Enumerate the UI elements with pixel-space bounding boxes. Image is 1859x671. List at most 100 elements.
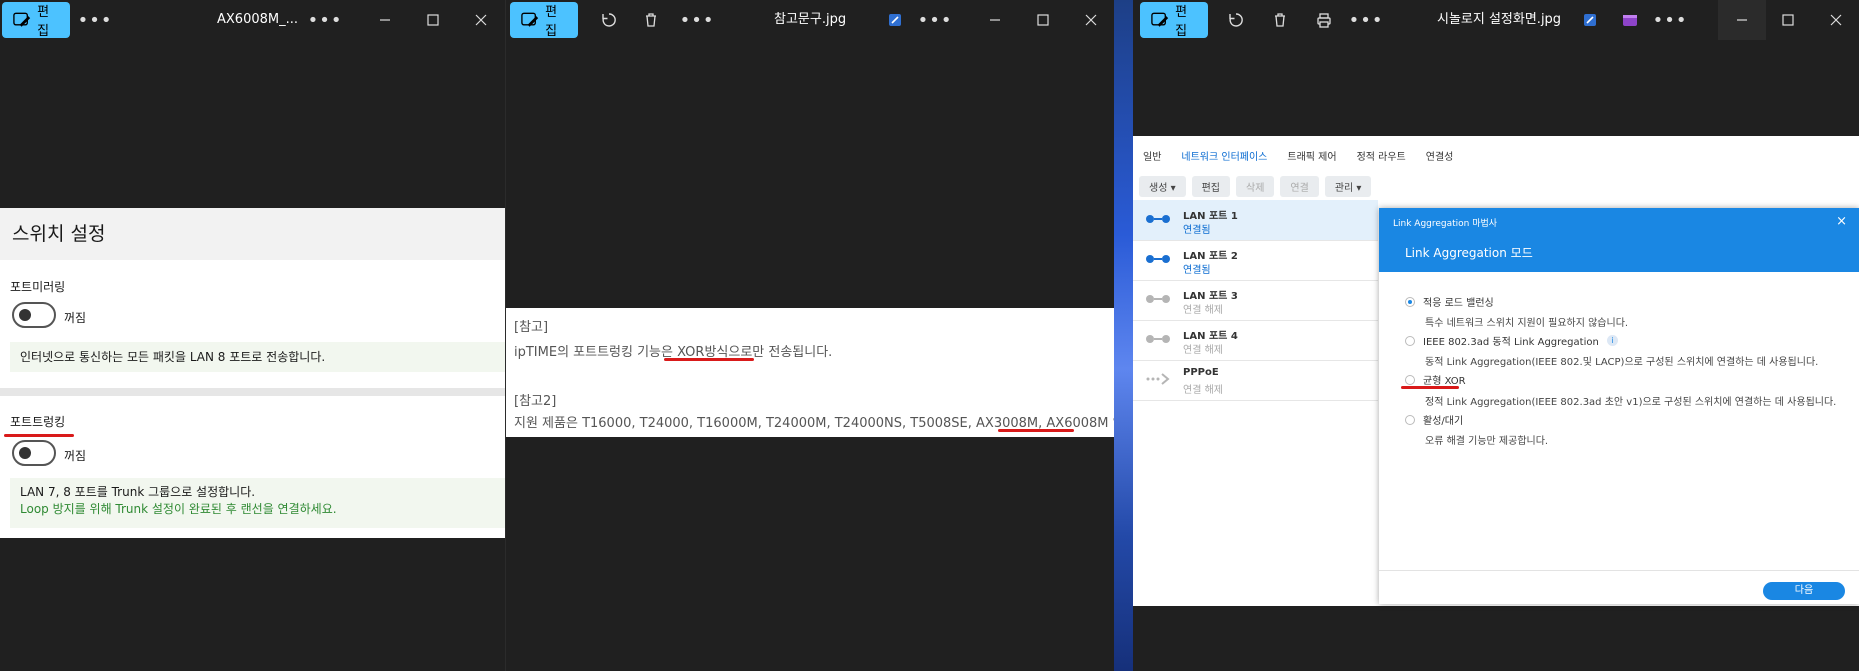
- panel-title: 스위치 설정: [0, 208, 505, 260]
- tab-network-interface[interactable]: 네트워크 인터페이스: [1181, 148, 1267, 163]
- radio-icon[interactable]: [1405, 335, 1415, 346]
- maximize-icon[interactable]: [1773, 0, 1803, 40]
- minimize-icon[interactable]: [980, 0, 1010, 40]
- tab-general[interactable]: 일반: [1143, 148, 1161, 163]
- interface-row-lan2[interactable]: LAN 포트 2 연결됨: [1133, 240, 1378, 281]
- rotate-icon[interactable]: [1221, 0, 1251, 40]
- more-options-icon[interactable]: •••: [1653, 0, 1687, 40]
- reference-heading-1: [참고]: [514, 320, 549, 335]
- option-description: 오류 해결 기능만 제공합니다.: [1425, 436, 1549, 447]
- more-options-icon[interactable]: •••: [308, 0, 342, 40]
- link-aggregation-dialog: Link Aggregation 마법사 Link Aggregation 모드…: [1379, 208, 1859, 604]
- edit-interface-button[interactable]: 편집: [1191, 176, 1231, 197]
- manage-button[interactable]: 관리 ▾: [1324, 176, 1372, 197]
- lan-disconnected-icon: [1146, 335, 1170, 343]
- pen-icon[interactable]: [880, 0, 910, 40]
- close-icon[interactable]: [1821, 0, 1851, 40]
- section-divider: [0, 388, 505, 396]
- edit-button[interactable]: 편집: [1140, 2, 1208, 39]
- video-editor-icon[interactable]: [1615, 0, 1645, 40]
- edit-image-icon: [13, 12, 31, 27]
- create-button[interactable]: 생성 ▾: [1139, 176, 1186, 197]
- more-icon[interactable]: •••: [78, 0, 112, 40]
- more-icon[interactable]: •••: [1349, 0, 1383, 40]
- option-adaptive-load-balancing[interactable]: 적응 로드 밸런싱: [1405, 294, 1494, 309]
- port-trunking-toggle[interactable]: [12, 440, 56, 466]
- connect-button[interactable]: 연결: [1280, 176, 1319, 197]
- pen-icon[interactable]: [1575, 0, 1605, 40]
- switch-settings-panel: 스위치 설정 포트미러링 꺼짐 인터넷으로 통신하는 모든 패킷을 LAN 8 …: [0, 208, 505, 538]
- dialog-subtitle: Link Aggregation 마법사: [1393, 219, 1498, 229]
- port-mirroring-state: 꺼짐: [64, 311, 87, 325]
- trunk-note-line2: Loop 방지를 위해 Trunk 설정이 완료된 후 랜선을 연결하세요.: [20, 502, 337, 516]
- dialog-footer-divider: [1379, 570, 1859, 571]
- delete-interface-button[interactable]: 삭제: [1236, 176, 1275, 197]
- interface-row-lan4[interactable]: LAN 포트 4 연결 해제: [1133, 320, 1378, 361]
- more-options-icon[interactable]: •••: [918, 0, 952, 40]
- interface-status: 연결 해제: [1183, 305, 1223, 316]
- window-title: 시놀로지 설정화면.jpg: [1437, 12, 1562, 27]
- print-icon[interactable]: [1309, 0, 1339, 40]
- radio-icon[interactable]: [1405, 414, 1415, 425]
- interface-name: LAN 포트 3: [1183, 291, 1238, 302]
- edit-label: 편집: [1175, 5, 1188, 39]
- lan-connected-icon: [1146, 215, 1170, 223]
- option-active-standby[interactable]: 활성/대기: [1405, 412, 1463, 427]
- edit-label: 편집: [545, 5, 558, 39]
- radio-icon[interactable]: [1405, 374, 1415, 385]
- port-mirroring-note: 인터넷으로 통신하는 모든 패킷을 LAN 8 포트로 전송합니다.: [10, 342, 505, 372]
- interface-row-pppoe[interactable]: PPPoE 연결 해제: [1133, 360, 1378, 401]
- interface-status: 연결 해제: [1183, 385, 1223, 396]
- photo-viewer-window-2: 편집 ••• 참고문구.jpg ••• [참고] ipTIME의 포트트렁킹 기…: [506, 0, 1114, 671]
- option-description: 정적 Link Aggregation(IEEE 802.3ad 초안 v1)으…: [1425, 397, 1837, 408]
- option-ieee-8023ad[interactable]: IEEE 802.3ad 동적 Link Aggregation i: [1405, 333, 1618, 348]
- close-icon[interactable]: [1076, 0, 1106, 40]
- interface-row-lan1[interactable]: LAN 포트 1 연결됨: [1133, 200, 1378, 241]
- interface-name: LAN 포트 1: [1183, 211, 1238, 222]
- info-icon[interactable]: i: [1606, 335, 1618, 346]
- port-mirroring-toggle[interactable]: [12, 302, 56, 328]
- dialog-header: Link Aggregation 마법사 Link Aggregation 모드…: [1379, 208, 1859, 272]
- more-icon[interactable]: •••: [680, 0, 714, 40]
- lan-disconnected-icon: [1146, 295, 1170, 303]
- close-icon[interactable]: [466, 0, 496, 40]
- synology-network-settings: 일반 네트워크 인터페이스 트래픽 제어 정적 라우트 연결성 생성 ▾ 편집 …: [1133, 136, 1859, 606]
- edit-image-icon: [1151, 12, 1169, 27]
- next-button[interactable]: 다음: [1763, 582, 1845, 600]
- dialog-close-icon[interactable]: ×: [1836, 214, 1847, 229]
- minimize-icon[interactable]: [1718, 0, 1766, 40]
- pppoe-icon: [1146, 373, 1170, 385]
- red-underline: [998, 429, 1074, 432]
- dialog-title: Link Aggregation 모드: [1405, 246, 1533, 260]
- interface-name: LAN 포트 2: [1183, 251, 1238, 262]
- option-description: 동적 Link Aggregation(IEEE 802.및 LACP)으로 구…: [1425, 357, 1819, 368]
- desktop-background: [1114, 0, 1133, 671]
- option-label: 적응 로드 밸런싱: [1423, 298, 1494, 309]
- port-trunking-label: 포트트렁킹: [10, 415, 66, 429]
- tab-static-route[interactable]: 정적 라우트: [1357, 148, 1406, 163]
- delete-icon[interactable]: [1265, 0, 1295, 40]
- option-label: 활성/대기: [1423, 416, 1464, 427]
- maximize-icon[interactable]: [1028, 0, 1058, 40]
- rotate-icon[interactable]: [594, 0, 624, 40]
- tab-traffic-control[interactable]: 트래픽 제어: [1287, 148, 1336, 163]
- delete-icon[interactable]: [636, 0, 666, 40]
- interface-row-lan3[interactable]: LAN 포트 3 연결 해제: [1133, 280, 1378, 321]
- port-trunking-note: LAN 7, 8 포트를 Trunk 그룹으로 설정합니다. Loop 방지를 …: [10, 478, 505, 528]
- title-bar: 편집 ••• 참고문구.jpg •••: [506, 0, 1114, 40]
- interface-name: PPPoE: [1183, 367, 1219, 378]
- port-trunking-state: 꺼짐: [64, 449, 87, 463]
- photo-viewer-window-1: 편집 ••• AX6008M_... ••• 스위치 설정 포트미러링 꺼짐 인…: [0, 0, 505, 671]
- tab-connectivity[interactable]: 연결성: [1426, 148, 1454, 163]
- maximize-icon[interactable]: [418, 0, 448, 40]
- option-label: IEEE 802.3ad 동적 Link Aggregation: [1423, 337, 1599, 348]
- option-balance-xor[interactable]: 균형 XOR: [1405, 372, 1466, 387]
- edit-button[interactable]: 편집: [2, 2, 70, 39]
- minimize-icon[interactable]: [370, 0, 400, 40]
- red-underline: [664, 358, 754, 361]
- radio-selected-icon[interactable]: [1405, 296, 1415, 307]
- photo-viewer-window-3: 편집 ••• 시놀로지 설정화면.jpg ••• 일반 네트워크 인터페이스 트…: [1133, 0, 1859, 671]
- interface-status: 연결 해제: [1183, 345, 1223, 356]
- edit-button[interactable]: 편집: [510, 2, 578, 39]
- interface-status: 연결됨: [1183, 265, 1211, 276]
